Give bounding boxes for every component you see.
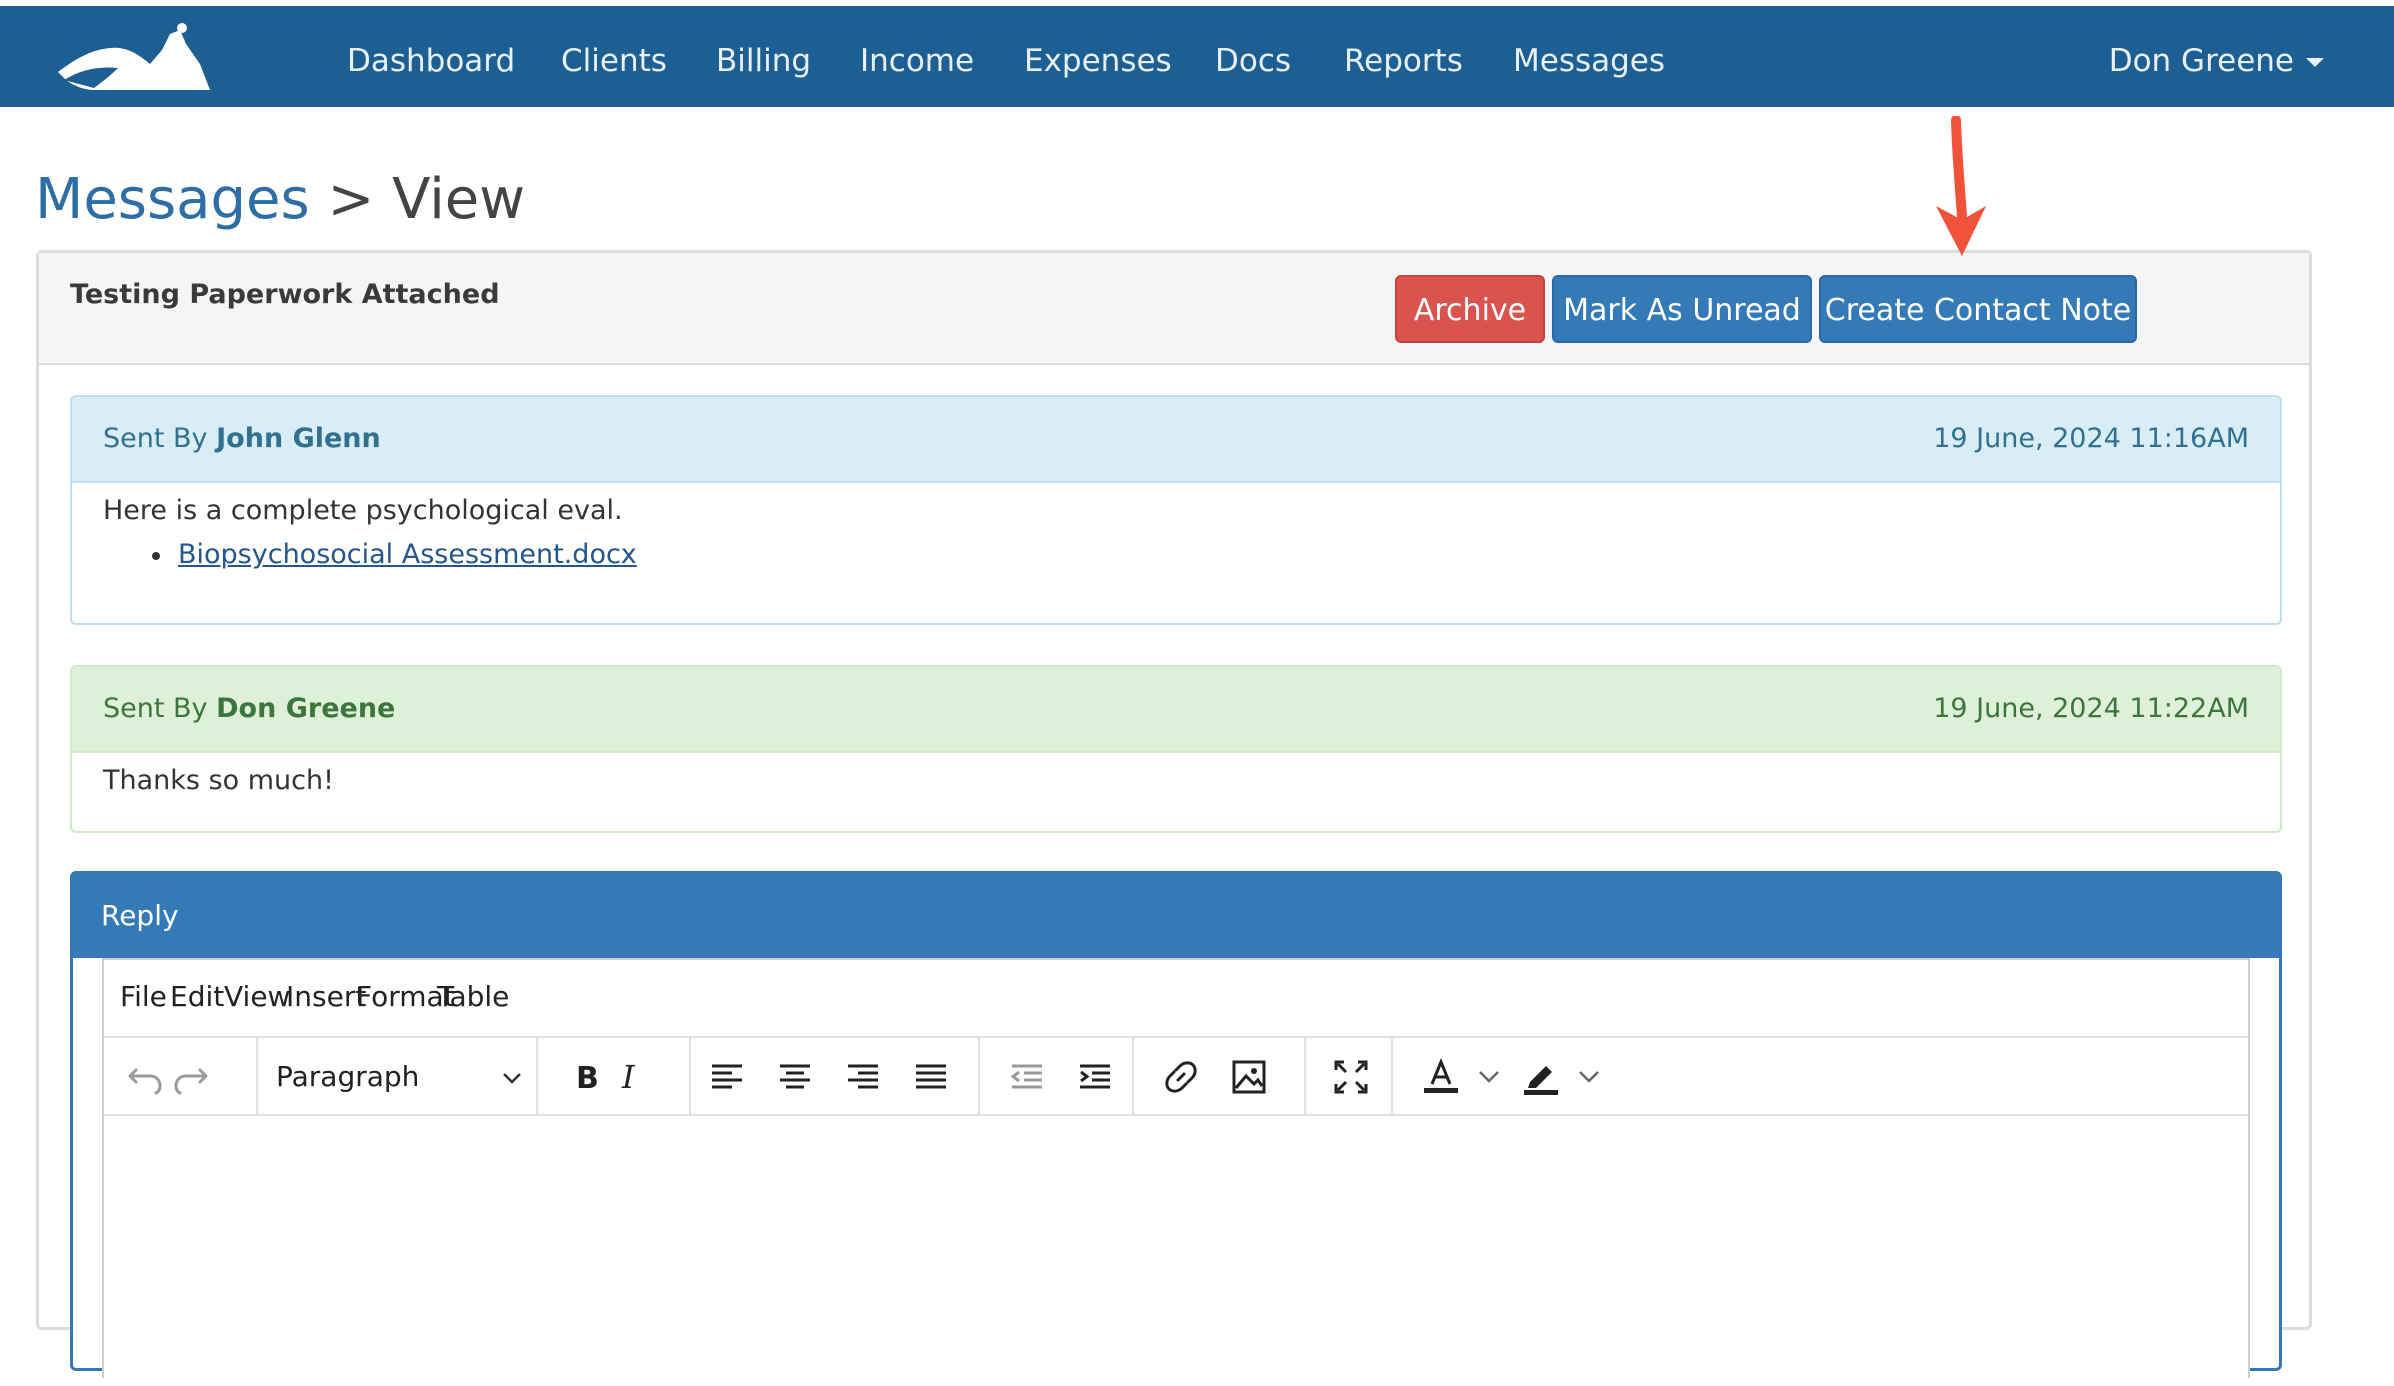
outdent-icon[interactable] [1004,1054,1050,1100]
caret-down-icon [2306,58,2324,67]
nav-billing[interactable]: Billing [716,34,811,88]
bold-icon[interactable]: B [564,1054,610,1100]
reply-title: Reply [73,874,2279,958]
reply-panel: Reply File Edit View Insert Format Table [70,871,2282,1378]
attachment-item: Biopsychosocial Assessment.docx [152,539,637,570]
italic-icon[interactable]: I [608,1054,654,1100]
toolbar-divider [1391,1038,1393,1114]
annotation-arrow-icon [1936,116,1986,256]
image-icon[interactable] [1226,1054,1272,1100]
indent-icon[interactable] [1072,1054,1118,1100]
reply-editor-body[interactable] [104,1116,2248,1386]
nav-messages[interactable]: Messages [1513,34,1665,88]
menu-insert[interactable]: Insert [286,980,366,1013]
block-format-value: Paragraph [276,1060,420,1093]
thread-message: Sent By Don Greene 19 June, 2024 11:22AM… [70,665,2282,833]
link-icon[interactable] [1158,1054,1204,1100]
thread-message-header: Sent By Don Greene 19 June, 2024 11:22AM [72,667,2280,753]
toolbar-divider [689,1038,691,1114]
breadcrumb-current: View [392,167,526,232]
sender-name: Don Greene [216,693,396,724]
align-left-icon[interactable] [704,1054,750,1100]
toolbar-divider [536,1038,538,1114]
chevron-down-icon [503,1073,521,1084]
attachment-link[interactable]: Biopsychosocial Assessment.docx [178,539,637,570]
undo-icon[interactable] [122,1054,168,1100]
message-panel: Testing Paperwork Attached Archive Mark … [36,250,2312,1378]
chevron-down-icon[interactable] [1566,1054,1612,1100]
menu-table[interactable]: Table [437,980,509,1013]
page-title: Messages > View [35,160,525,240]
toolbar-divider [1132,1038,1134,1114]
message-body: Thanks so much! [103,765,334,796]
menu-edit[interactable]: Edit [170,980,224,1013]
sent-by-label: Sent By [103,423,208,454]
highlight-color-icon[interactable] [1518,1054,1564,1100]
archive-button[interactable]: Archive [1395,275,1545,343]
sent-by-label: Sent By [103,693,208,724]
fullscreen-icon[interactable] [1328,1054,1374,1100]
align-right-icon[interactable] [840,1054,886,1100]
editor-toolbar: Paragraph B I [104,1038,2248,1116]
user-menu[interactable]: Don Greene [2109,34,2324,88]
sent-by: Sent By John Glenn [103,423,381,454]
thread-message-header: Sent By John Glenn 19 June, 2024 11:16AM [72,397,2280,483]
svg-text:B: B [576,1061,599,1096]
nav-reports[interactable]: Reports [1344,34,1463,88]
toolbar-divider [978,1038,980,1114]
breadcrumb-separator: > [327,167,375,232]
message-panel-header: Testing Paperwork Attached Archive Mark … [39,253,2309,365]
align-justify-icon[interactable] [908,1054,954,1100]
redo-icon[interactable] [168,1054,214,1100]
user-name: Don Greene [2108,43,2294,79]
thread-message: Sent By John Glenn 19 June, 2024 11:16AM… [70,395,2282,625]
nav-income[interactable]: Income [860,34,974,88]
menu-file[interactable]: File [120,980,167,1013]
align-center-icon[interactable] [772,1054,818,1100]
sender-name: John Glenn [216,423,381,454]
editor-menubar: File Edit View Insert Format Table [104,960,2248,1038]
nav-dashboard[interactable]: Dashboard [347,34,515,88]
top-navbar: Dashboard Clients Billing Income Expense… [0,6,2394,107]
nav-expenses[interactable]: Expenses [1024,34,1172,88]
message-body: Here is a complete psychological eval. [103,495,623,526]
message-subject: Testing Paperwork Attached [70,279,500,310]
nav-docs[interactable]: Docs [1215,34,1291,88]
text-color-icon[interactable] [1418,1054,1464,1100]
message-timestamp: 19 June, 2024 11:22AM [1933,693,2249,724]
create-contact-note-button[interactable]: Create Contact Note [1819,275,2137,343]
app-logo[interactable] [54,20,214,100]
block-format-select[interactable]: Paragraph [276,1050,536,1104]
mark-unread-button[interactable]: Mark As Unread [1552,275,1812,343]
toolbar-divider [1304,1038,1306,1114]
nav-clients[interactable]: Clients [561,34,667,88]
sent-by: Sent By Don Greene [103,693,395,724]
toolbar-divider [256,1038,258,1114]
rich-text-editor: File Edit View Insert Format Table Parag… [102,958,2250,1378]
menu-view[interactable]: View [224,980,290,1013]
message-timestamp: 19 June, 2024 11:16AM [1933,423,2249,454]
bullet-icon [152,551,160,560]
chevron-down-icon[interactable] [1466,1054,1512,1100]
svg-text:I: I [621,1058,636,1096]
breadcrumb-messages[interactable]: Messages [35,167,310,232]
